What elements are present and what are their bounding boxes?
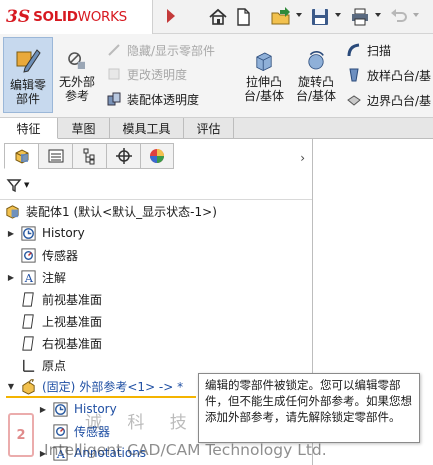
tab-features[interactable]: 特征 — [0, 118, 58, 139]
assembly-transparency-button[interactable]: 装配体透明度 — [106, 89, 199, 109]
expand-arrow-icon[interactable]: ▶ — [38, 405, 48, 414]
annotation-icon: A — [21, 269, 36, 285]
hide-show-components-button[interactable]: 隐藏/显示零部件 — [106, 40, 215, 60]
solidworks-wordmark: SOLIDWORKS — [33, 9, 127, 25]
open-dropdown-icon[interactable] — [296, 13, 302, 17]
history-icon — [21, 225, 36, 241]
edit-component-icon — [16, 49, 41, 73]
hide-show-icon — [108, 44, 120, 56]
no-external-refs-icon — [68, 52, 85, 69]
revolve-boss-button[interactable]: 旋转凸 台/基体 — [293, 37, 339, 113]
display-manager-tab[interactable] — [140, 143, 174, 169]
tree-root-label: 装配体1 (默认<默认_显示状态-1>) — [26, 204, 217, 219]
dimxpert-icon — [115, 148, 132, 164]
solidworks-logo[interactable]: 3S SOLIDWORKS — [0, 0, 153, 34]
undo-icon[interactable] — [388, 6, 410, 28]
extrude-boss-button[interactable]: 拉伸凸 台/基体 — [241, 37, 287, 113]
open-folder-icon[interactable] — [270, 6, 292, 28]
tree-item-origin[interactable]: 原点 — [20, 354, 66, 376]
tree-item-front-plane[interactable]: 前视基准面 — [20, 288, 102, 310]
save-icon[interactable] — [309, 6, 331, 28]
dimxpert-manager-tab[interactable] — [106, 143, 140, 169]
sweep-icon — [347, 43, 360, 57]
plane-icon — [22, 335, 34, 351]
origin-icon — [23, 359, 35, 372]
tree-item-annotations[interactable]: ▶ A 注解 — [6, 266, 66, 288]
feature-tree-icon — [15, 149, 28, 164]
command-manager: 编辑零 部件 无外部 参考 隐藏/显示零部件 更改透明度 装配体透明度 拉伸凸 … — [0, 34, 433, 118]
more-tabs-chevron-icon[interactable]: › — [300, 151, 305, 165]
tree-item-history[interactable]: ▶ History — [6, 222, 85, 244]
command-manager-tabs: 特征 草图 模具工具 评估 — [0, 118, 433, 139]
undo-dropdown-icon[interactable] — [413, 13, 419, 17]
extrude-boss-label-2: 台/基体 — [243, 89, 285, 103]
no-external-refs-label-2: 参考 — [64, 89, 89, 103]
svg-text:A: A — [24, 271, 34, 285]
property-manager-tab[interactable] — [38, 143, 72, 169]
feature-tree-tab[interactable] — [4, 143, 38, 169]
edit-component-label-2: 部件 — [15, 92, 40, 106]
tree-item-part-external-refs[interactable]: ▼ (固定) 外部参考<1> -> * — [6, 376, 196, 398]
no-external-refs-button[interactable]: 无外部 参考 — [54, 37, 100, 113]
loft-boss-icon — [349, 68, 359, 82]
boundary-boss-icon — [347, 95, 361, 106]
change-transparency-button[interactable]: 更改透明度 — [106, 64, 187, 84]
revolve-boss-label-2: 台/基体 — [295, 89, 337, 103]
property-manager-icon — [48, 149, 63, 163]
menu-expand-arrow-icon[interactable] — [167, 9, 175, 23]
configuration-manager-tab[interactable] — [72, 143, 106, 169]
locked-part-icon — [22, 378, 35, 395]
tab-sketch[interactable]: 草图 — [58, 118, 110, 139]
sensor-icon — [53, 423, 68, 439]
tab-evaluate[interactable]: 评估 — [184, 118, 234, 139]
assembly-icon — [6, 204, 19, 219]
tab-mold-tools[interactable]: 模具工具 — [110, 118, 184, 139]
new-document-icon[interactable] — [232, 6, 254, 28]
tree-root-assembly[interactable]: 装配体1 (默认<默认_显示状态-1>) — [4, 200, 217, 222]
watermark-logo: 2 — [8, 413, 34, 457]
display-manager-icon — [150, 149, 164, 163]
no-external-refs-label-1: 无外部 — [58, 75, 95, 89]
edit-component-button[interactable]: 编辑零 部件 — [3, 37, 53, 113]
watermark-english-text: Intelligent CAD/CAM Technology Ltd. — [44, 441, 327, 459]
loft-boss-button[interactable]: 放样凸台/基 — [346, 65, 431, 85]
filter-chevron-down-icon: ▼ — [24, 181, 30, 189]
sensor-icon — [21, 247, 36, 263]
sweep-button[interactable]: 扫描 — [346, 40, 391, 60]
title-bar: 3S SOLIDWORKS — [0, 0, 433, 34]
tree-item-right-plane[interactable]: 右视基准面 — [20, 332, 102, 354]
assembly-transparency-icon — [107, 92, 121, 106]
print-dropdown-icon[interactable] — [375, 13, 381, 17]
edit-component-label-1: 编辑零 — [9, 78, 46, 92]
expand-arrow-icon[interactable]: ▶ — [6, 229, 16, 238]
configuration-manager-icon — [83, 148, 94, 165]
extrude-boss-label-1: 拉伸凸 — [245, 75, 282, 89]
revolve-boss-icon — [308, 50, 324, 70]
watermark-chinese-text: 诚 科 技 — [85, 413, 197, 433]
locked-component-tooltip: 编辑的零部件被锁定。您可以编辑零部件，但不能生成任何外部参考。如果您想添加外部参… — [198, 373, 420, 443]
transparency-icon — [108, 68, 120, 80]
history-icon — [53, 401, 68, 417]
tree-item-top-plane[interactable]: 上视基准面 — [20, 310, 102, 332]
revolve-boss-label-1: 旋转凸 — [297, 75, 334, 89]
extrude-boss-icon — [256, 52, 272, 72]
tree-item-sensors[interactable]: 传感器 — [20, 244, 78, 266]
save-dropdown-icon[interactable] — [335, 13, 341, 17]
filter-dropdown[interactable]: ▼ — [6, 175, 29, 195]
part-label: 外部参考<1> -> * — [79, 379, 184, 394]
ds-logo-mark: 3S — [6, 7, 31, 27]
expand-arrow-icon[interactable]: ▶ — [6, 273, 16, 282]
print-icon[interactable] — [349, 6, 371, 28]
home-icon[interactable] — [207, 6, 229, 28]
part-prefix: (固定) — [42, 379, 76, 394]
plane-icon — [22, 313, 34, 329]
feature-manager-tabs: › — [0, 143, 313, 171]
filter-icon — [6, 179, 22, 193]
plane-icon — [22, 291, 34, 307]
boundary-boss-button[interactable]: 边界凸台/基 — [346, 90, 431, 110]
collapse-arrow-icon[interactable]: ▼ — [6, 382, 16, 391]
